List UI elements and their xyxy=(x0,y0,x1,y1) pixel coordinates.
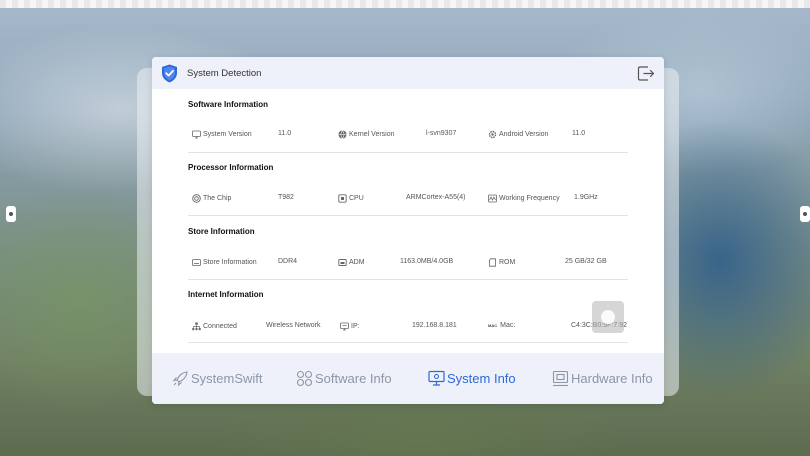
item-value-cpu: ARMCortex-A55(4) xyxy=(406,194,466,201)
row-divider xyxy=(188,279,628,280)
info-row-processor: The Chip T982 CPU ARMCortex-A55(4) Worki… xyxy=(188,187,628,211)
storage-icon xyxy=(192,259,201,266)
item-value-the-chip: T982 xyxy=(278,194,294,201)
bottom-nav: SystemSwift Software Info System Info Ha… xyxy=(152,353,664,404)
item-label-ip: IP: xyxy=(340,322,360,331)
floating-assistive-button[interactable] xyxy=(592,301,624,333)
row-divider xyxy=(188,152,628,153)
rocket-icon xyxy=(172,371,188,387)
nav-item-systemswift[interactable]: SystemSwift xyxy=(172,370,263,387)
info-row-internet: Connected Wireless Network IP: 192.168.8… xyxy=(188,315,628,339)
panel-title: System Detection xyxy=(187,68,262,79)
section-title-software: Software Information xyxy=(188,100,269,109)
left-side-handle[interactable] xyxy=(6,206,16,222)
shield-check-icon xyxy=(162,64,177,83)
item-label-store-information: Store Information xyxy=(192,258,257,267)
row-divider xyxy=(188,342,628,343)
frequency-wave-icon xyxy=(488,194,497,203)
mac-icon: MAC xyxy=(488,323,498,328)
item-value-connected: Wireless Network xyxy=(266,322,321,329)
cpu-icon xyxy=(338,194,347,203)
rom-card-icon xyxy=(489,258,496,267)
globe-icon xyxy=(338,130,347,139)
android-gear-icon xyxy=(488,130,497,139)
item-label-rom: ROM xyxy=(488,258,515,267)
item-value-adm: 1163.0MB/4.0GB xyxy=(400,258,454,265)
nav-item-software-info[interactable]: Software Info xyxy=(296,370,392,387)
item-value-store-information: DDR4 xyxy=(278,258,298,265)
ram-icon xyxy=(338,259,347,266)
section-title-processor: Processor Information xyxy=(188,163,274,172)
nav-item-hardware-info[interactable]: Hardware Info xyxy=(552,370,653,387)
item-value-android-version: 11.0 xyxy=(572,130,586,137)
section-title-internet: Internet Information xyxy=(188,290,264,299)
item-value-rom: 25 GB/32 GB xyxy=(565,258,607,265)
panel-header: System Detection xyxy=(152,57,664,89)
nav-item-system-info[interactable]: System Info xyxy=(428,370,516,387)
ip-icon xyxy=(340,322,349,331)
apps-grid-icon xyxy=(296,370,313,387)
system-monitor-icon xyxy=(428,370,445,386)
item-label-mac: MAC Mac: xyxy=(488,322,516,329)
item-label-system-version: System Version xyxy=(192,130,252,139)
item-label-adm: ADM xyxy=(338,258,365,267)
item-value-ip: 192.168.8.181 xyxy=(412,322,457,329)
item-label-android-version: Android Version xyxy=(488,130,548,139)
item-value-working-frequency: 1.9GHz xyxy=(574,194,598,201)
wallpaper-top-strip xyxy=(0,0,810,8)
monitor-icon xyxy=(192,130,201,139)
info-row-software: System Version 11.0 Kernel Version l-svn… xyxy=(188,123,628,147)
item-label-working-frequency: Working Frequency xyxy=(488,194,560,203)
row-divider xyxy=(188,215,628,216)
item-label-connected: Connected xyxy=(192,322,237,331)
section-title-store: Store Information xyxy=(188,227,255,236)
exit-icon[interactable] xyxy=(637,65,655,82)
item-value-kernel-version: l-svn9307 xyxy=(426,130,457,137)
hardware-icon xyxy=(552,370,569,387)
system-detection-panel: System Detection Software Information Sy… xyxy=(152,57,664,404)
item-value-system-version: 11.0 xyxy=(278,130,292,137)
item-label-the-chip: The Chip xyxy=(192,194,231,203)
item-label-cpu: CPU xyxy=(338,194,364,203)
item-label-kernel-version: Kernel Version xyxy=(338,130,395,139)
chip-circle-icon xyxy=(192,194,201,203)
info-row-store: Store Information DDR4 ADM 1163.0MB/4.0G… xyxy=(188,251,628,275)
right-side-handle[interactable] xyxy=(800,206,810,222)
network-tree-icon xyxy=(192,322,201,331)
